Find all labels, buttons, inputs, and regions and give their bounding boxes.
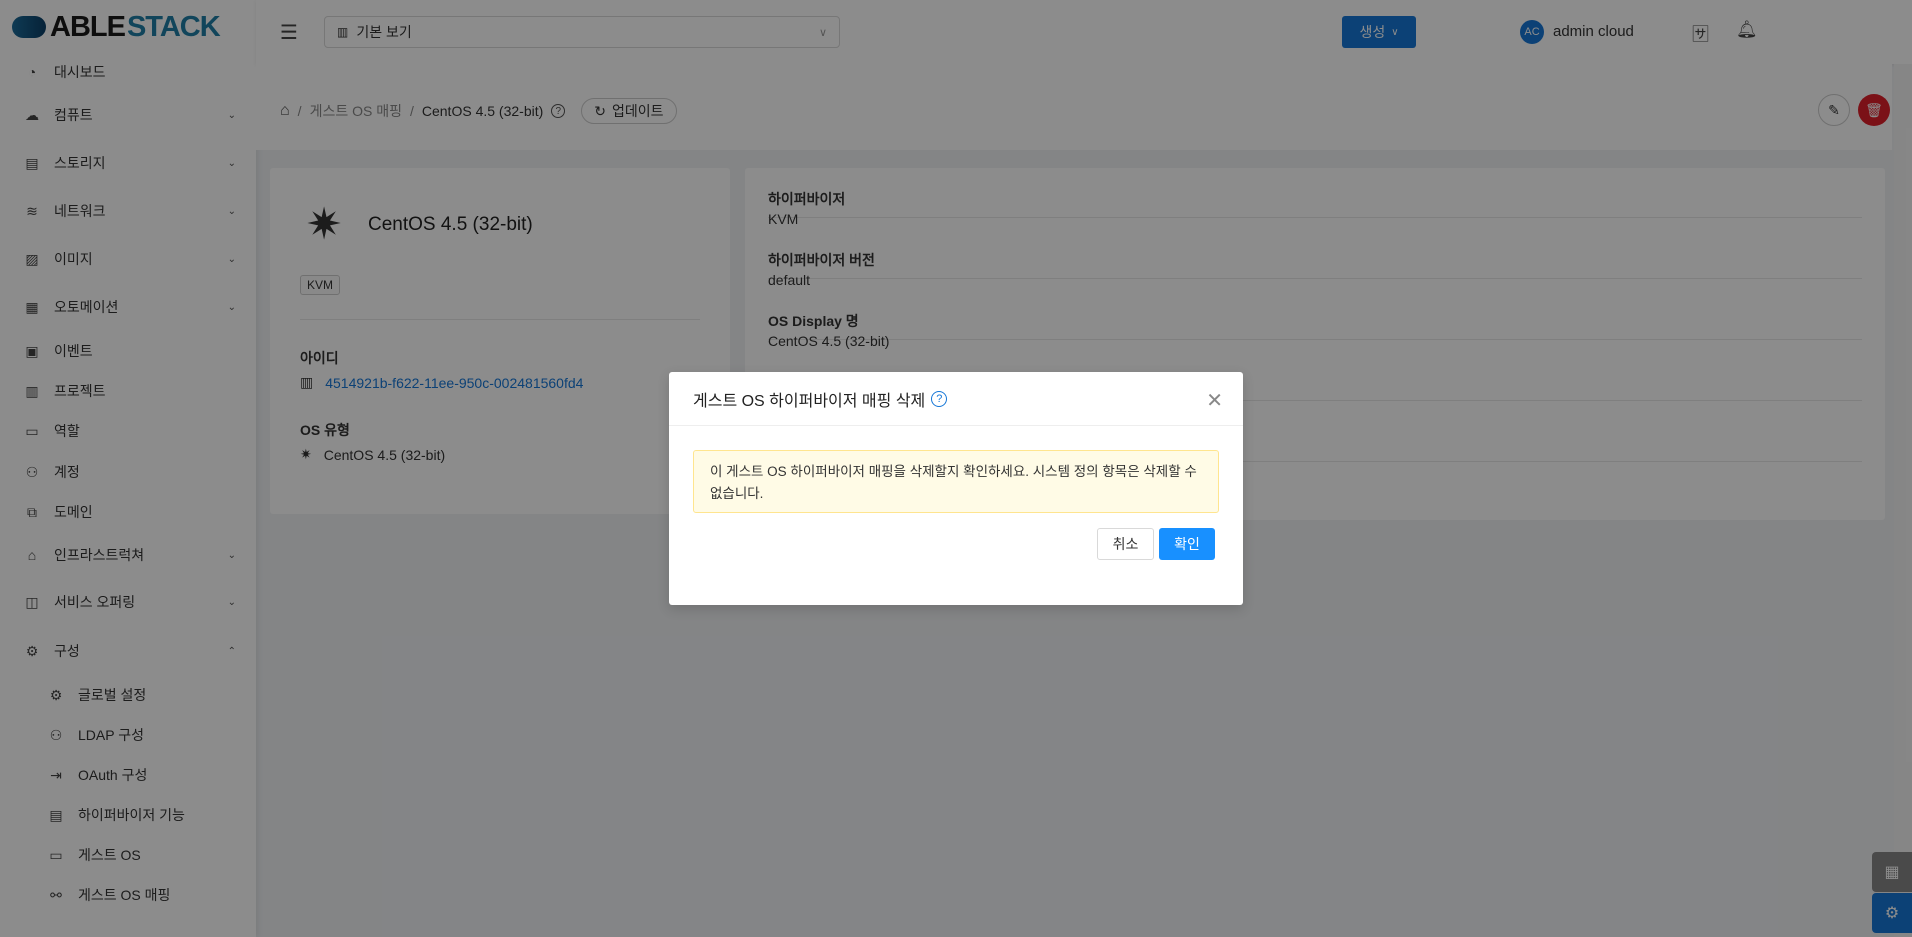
close-icon[interactable]: ✕ — [1206, 388, 1223, 413]
cancel-button[interactable]: 취소 — [1097, 528, 1154, 560]
warning-alert: 이 게스트 OS 하이퍼바이저 매핑을 삭제할지 확인하세요. 시스템 정의 항… — [693, 450, 1219, 513]
confirm-button[interactable]: 확인 — [1159, 528, 1215, 560]
question-circle-icon[interactable]: ? — [931, 390, 948, 407]
delete-mapping-dialog: 게스트 OS 하이퍼바이저 매핑 삭제? ✕ 이 게스트 OS 하이퍼바이저 매… — [669, 372, 1243, 605]
dialog-title: 게스트 OS 하이퍼바이저 매핑 삭제 — [693, 392, 926, 410]
